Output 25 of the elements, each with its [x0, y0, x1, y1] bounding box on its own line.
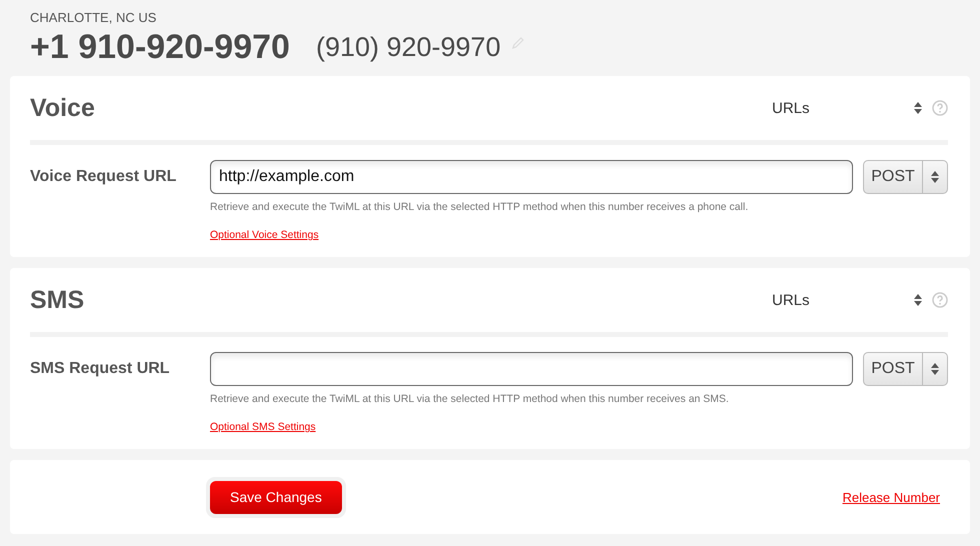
help-text: Retrieve and execute the TwiML at this URL via the selected HTTP method when this number receives a phone call. — [210, 201, 750, 213]
save-button[interactable]: Save Changes — [210, 480, 342, 514]
mode-select[interactable]: URLs — [762, 292, 922, 308]
field-label: SMS Request URL — [30, 359, 171, 379]
location-label: CHARLOTTE, NC US — [30, 10, 158, 26]
help-icon[interactable] — [932, 292, 948, 308]
section-title: Voice — [30, 94, 96, 122]
phone-number: +1 910-920-9970 — [30, 28, 290, 67]
up-down-arrows-icon — [931, 363, 939, 375]
friendly-name: (910) 920-9970 — [316, 32, 501, 63]
method-select[interactable]: POST — [863, 160, 948, 194]
method-select[interactable]: POST — [863, 352, 948, 386]
optional-settings-link[interactable]: Optional Voice Settings — [210, 229, 319, 241]
field-label: Voice Request URL — [30, 167, 178, 187]
up-down-arrows-icon — [914, 102, 922, 114]
release-number-link[interactable]: Release Number — [842, 490, 940, 504]
up-down-arrows-icon — [914, 294, 922, 306]
help-text: Retrieve and execute the TwiML at this URL via the selected HTTP method when this number receives an SMS. — [210, 393, 730, 405]
help-icon[interactable] — [932, 100, 948, 116]
url-input[interactable]: http://example.com — [210, 160, 853, 194]
mode-select[interactable]: URLs — [762, 100, 922, 116]
optional-settings-link[interactable]: Optional SMS Settings — [210, 421, 316, 433]
up-down-arrows-icon — [931, 171, 939, 183]
section-title: SMS — [30, 286, 86, 314]
url-input[interactable] — [210, 352, 853, 386]
